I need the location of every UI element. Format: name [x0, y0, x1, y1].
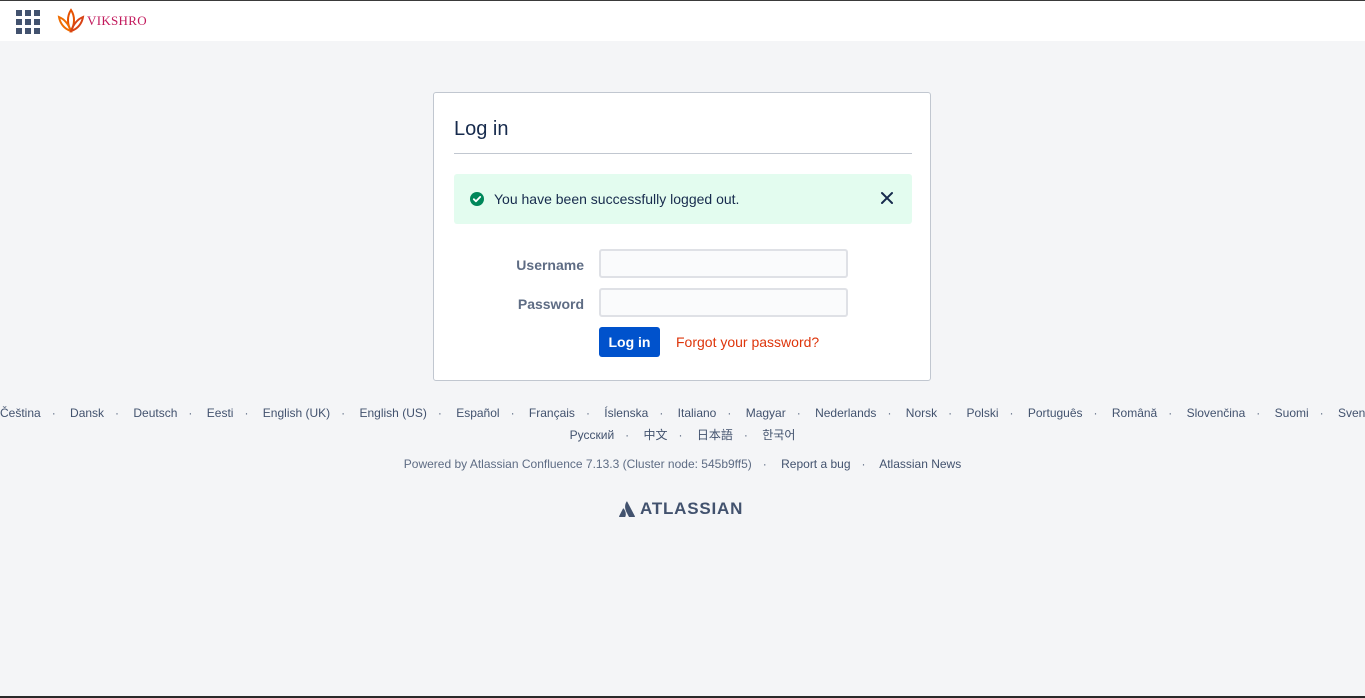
atlassian-wordmark: ATLASSIAN	[640, 499, 744, 518]
username-label: Username	[516, 257, 584, 273]
language-link[interactable]: 日本語	[697, 428, 733, 442]
login-title: Log in	[454, 118, 509, 140]
username-input[interactable]	[599, 249, 848, 278]
language-link[interactable]: Español	[456, 406, 499, 420]
language-link[interactable]: Magyar	[746, 406, 786, 420]
check-circle-icon	[470, 192, 484, 206]
language-list-row1: Čeština · Dansk · Deutsch · Eesti · English …	[0, 406, 1365, 420]
site-logo[interactable]: VIKSHRO	[56, 8, 147, 34]
language-link[interactable]: Eesti	[207, 406, 234, 420]
language-link[interactable]: Русский	[570, 428, 615, 442]
language-link[interactable]: Slovenčina	[1187, 406, 1246, 420]
login-button[interactable]: Log in	[599, 327, 660, 357]
language-link[interactable]: Italiano	[678, 406, 717, 420]
close-icon[interactable]	[880, 191, 894, 205]
password-label: Password	[517, 296, 584, 312]
language-link[interactable]: 中文	[644, 428, 668, 442]
title-divider	[454, 153, 912, 154]
login-card: Log in You have been successfully logged…	[433, 92, 931, 381]
language-link[interactable]: 한국어	[762, 428, 795, 442]
atlassian-mark-icon	[619, 501, 635, 517]
language-link[interactable]: Suomi	[1275, 406, 1309, 420]
language-link[interactable]: Română	[1112, 406, 1157, 420]
language-link[interactable]: Svenska	[1338, 406, 1365, 420]
language-link[interactable]: Deutsch	[133, 406, 177, 420]
language-list-row2: Русский · 中文 · 日本語 · 한국어	[569, 428, 796, 442]
language-link[interactable]: Polski	[966, 406, 998, 420]
forgot-password-link[interactable]: Forgot your password?	[676, 334, 819, 350]
language-link[interactable]: Čeština	[0, 406, 41, 420]
language-link[interactable]: Íslenska	[604, 406, 648, 420]
lotus-logo-icon	[57, 8, 85, 34]
language-link[interactable]: English (US)	[360, 406, 427, 420]
report-bug-link[interactable]: Report a bug	[781, 457, 850, 471]
language-link[interactable]: Français	[529, 406, 575, 420]
top-header: VIKSHRO	[0, 1, 1365, 41]
password-input[interactable]	[599, 288, 848, 317]
app-switcher-icon[interactable]	[16, 10, 40, 34]
atlassian-news-link[interactable]: Atlassian News	[879, 457, 961, 471]
footer: Powered by Atlassian Confluence 7.13.3 (…	[403, 457, 962, 471]
brand-name: VIKSHRO	[87, 13, 147, 28]
language-link[interactable]: Nederlands	[815, 406, 876, 420]
success-text: You have been successfully logged out.	[494, 191, 740, 207]
language-link[interactable]: English (UK)	[263, 406, 330, 420]
language-link[interactable]: Dansk	[70, 406, 104, 420]
language-link[interactable]: Português	[1028, 406, 1083, 420]
language-link[interactable]: Norsk	[906, 406, 937, 420]
logout-success-message: You have been successfully logged out.	[454, 174, 912, 224]
powered-by-text: Powered by Atlassian Confluence 7.13.3 (…	[403, 457, 752, 471]
atlassian-logo: ATLASSIAN	[619, 499, 743, 519]
